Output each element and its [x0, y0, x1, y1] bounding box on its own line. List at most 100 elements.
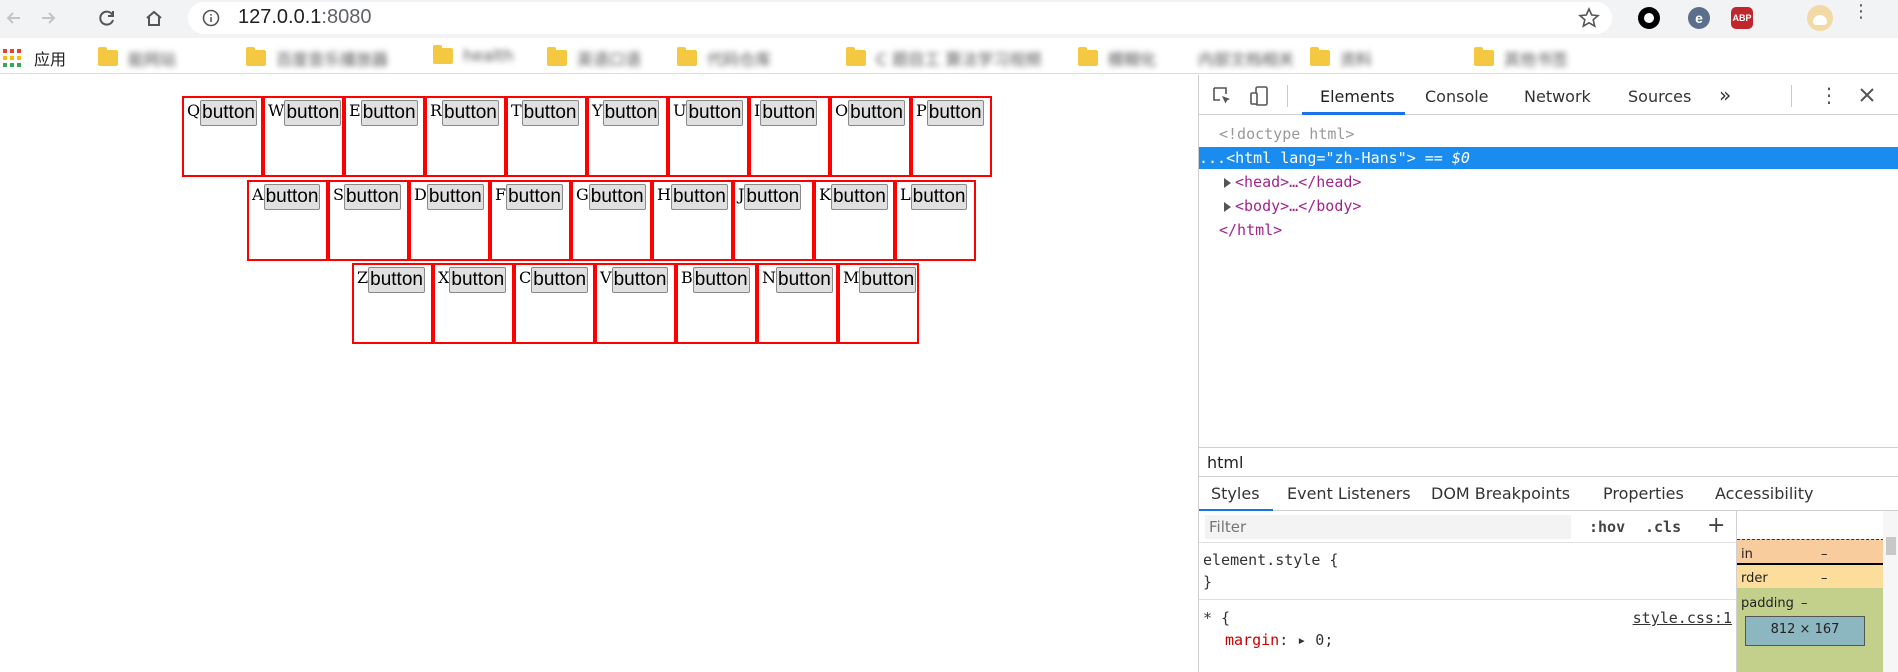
folder-icon: [846, 47, 866, 66]
tab-dom-breakpoints[interactable]: DOM Breakpoints: [1431, 484, 1570, 503]
url-text[interactable]: 127.0.0.1:8080: [238, 6, 371, 29]
key-button-d[interactable]: button: [426, 184, 484, 210]
key-button-r[interactable]: button: [442, 100, 499, 126]
tab-console[interactable]: Console: [1425, 87, 1489, 106]
key-button-w[interactable]: button: [284, 100, 342, 126]
bookmark-folder[interactable]: C 题目工 算法学习视频: [846, 46, 1041, 70]
styles-filter-input[interactable]: [1205, 515, 1571, 539]
key-letter: B: [681, 268, 693, 287]
circle-extension-icon[interactable]: [1638, 7, 1660, 29]
e-extension-icon[interactable]: e: [1688, 7, 1710, 29]
more-tabs-icon[interactable]: »: [1719, 83, 1731, 107]
close-icon[interactable]: [1859, 87, 1875, 103]
key-letter: Q: [187, 101, 201, 120]
bookmark-folder[interactable]: 其他书签: [1474, 46, 1568, 70]
bookmark-folder[interactable]: 内部文档相关: [1198, 46, 1294, 70]
key-button-v[interactable]: button: [611, 267, 669, 293]
dom-body-node[interactable]: <body>…</body>: [1199, 195, 1898, 217]
key-button-a[interactable]: button: [263, 184, 321, 210]
content-box: 812 × 167: [1745, 616, 1865, 646]
key-button-t[interactable]: button: [521, 100, 579, 126]
expand-triangle-icon[interactable]: [1224, 177, 1231, 188]
stylesheet-link[interactable]: style.css:1: [1633, 609, 1732, 627]
key-button-h[interactable]: button: [670, 184, 728, 210]
star-rule-selector[interactable]: * {: [1203, 609, 1230, 627]
back-button[interactable]: [0, 4, 28, 32]
bookmark-folder[interactable]: 模糊化: [1078, 46, 1156, 70]
folder-icon: [1310, 47, 1330, 66]
tab-event-listeners[interactable]: Event Listeners: [1287, 484, 1411, 503]
bookmark-folder[interactable]: 百度音乐播放器: [246, 46, 388, 70]
margin-declaration[interactable]: margin: ▸ 0;: [1225, 631, 1333, 649]
dom-doctype[interactable]: <!doctype html>: [1199, 123, 1898, 145]
key-button-p[interactable]: button: [926, 100, 984, 126]
reload-button[interactable]: [93, 4, 121, 32]
key-button-g[interactable]: button: [588, 184, 646, 210]
cls-toggle[interactable]: .cls: [1645, 518, 1681, 536]
dom-selected-marker: == $0: [1424, 149, 1470, 167]
key-button-o[interactable]: button: [848, 100, 905, 126]
info-icon[interactable]: [202, 9, 220, 27]
key-button-f[interactable]: button: [506, 184, 563, 210]
styles-pane: :hov .cls + element.style { } * { style.…: [1199, 511, 1736, 672]
breadcrumb-html[interactable]: html: [1207, 453, 1243, 472]
border-value: –: [1821, 571, 1828, 586]
key-button-l[interactable]: button: [910, 184, 968, 210]
key-letter: N: [762, 268, 776, 287]
tab-network[interactable]: Network: [1524, 87, 1591, 106]
key-letter: T: [511, 101, 522, 120]
tab-sources[interactable]: Sources: [1628, 87, 1691, 106]
dom-head-node[interactable]: <head>…</head>: [1199, 171, 1898, 193]
key-button-e[interactable]: button: [360, 100, 418, 126]
key-cell-n: Nbutton: [757, 263, 838, 344]
bookmark-folder[interactable]: health: [433, 44, 514, 65]
bookmark-folder[interactable]: 能网站: [98, 46, 176, 70]
bookmark-star-icon[interactable]: [1578, 7, 1600, 29]
browser-toolbar: 127.0.0.1:8080 e ABP ⋮: [0, 0, 1898, 38]
forward-button[interactable]: [34, 4, 62, 32]
abp-icon[interactable]: ABP: [1731, 7, 1753, 29]
key-button-c[interactable]: button: [531, 267, 589, 293]
box-model-scrollbar[interactable]: [1883, 511, 1898, 672]
tab-accessibility[interactable]: Accessibility: [1715, 484, 1813, 503]
key-button-x[interactable]: button: [449, 267, 507, 293]
key-button-q[interactable]: button: [200, 100, 257, 126]
dom-html-close[interactable]: </html>: [1199, 219, 1898, 241]
menu-kebab-icon[interactable]: ⋮: [1852, 3, 1870, 21]
address-bar[interactable]: 127.0.0.1:8080: [188, 2, 1612, 34]
key-cell-u: Ubutton: [668, 96, 749, 177]
device-toolbar-icon[interactable]: [1249, 85, 1271, 107]
home-button[interactable]: [140, 4, 168, 32]
devtools-menu-icon[interactable]: ⋮: [1819, 83, 1839, 107]
tab-properties[interactable]: Properties: [1603, 484, 1684, 503]
key-button-i[interactable]: button: [760, 100, 818, 126]
key-button-k[interactable]: button: [830, 184, 888, 210]
key-button-u[interactable]: button: [686, 100, 744, 126]
hov-toggle[interactable]: :hov: [1589, 518, 1625, 536]
bookmark-folder[interactable]: 资料: [1310, 46, 1372, 70]
key-button-b[interactable]: button: [692, 267, 750, 293]
bookmark-folder[interactable]: 代码仓库: [677, 46, 771, 70]
folder-icon: [1474, 47, 1494, 66]
apps-shortcut[interactable]: 应用: [2, 46, 66, 70]
profile-avatar[interactable]: [1807, 5, 1833, 31]
filter-row: :hov .cls +: [1199, 511, 1736, 543]
new-rule-button[interactable]: +: [1707, 513, 1725, 538]
key-button-j[interactable]: button: [744, 184, 802, 210]
bookmark-folder[interactable]: 英语口语: [547, 46, 641, 70]
key-letter: K: [819, 185, 831, 204]
key-button-m[interactable]: button: [859, 267, 917, 293]
tab-elements[interactable]: Elements: [1320, 87, 1395, 106]
key-button-y[interactable]: button: [602, 100, 660, 126]
key-button-z[interactable]: button: [368, 267, 425, 293]
expand-triangle-icon[interactable]: [1224, 201, 1231, 212]
key-cell-g: Gbutton: [571, 180, 652, 261]
scrollbar-thumb[interactable]: [1886, 537, 1896, 555]
dom-html-node[interactable]: ...<html lang="zh-Hans"> == $0: [1199, 147, 1898, 169]
key-cell-o: Obutton: [830, 96, 911, 177]
key-button-n[interactable]: button: [776, 267, 833, 293]
key-button-s[interactable]: button: [343, 184, 401, 210]
inspect-element-icon[interactable]: [1211, 85, 1233, 107]
element-style-open[interactable]: element.style {: [1203, 551, 1338, 569]
tab-styles[interactable]: Styles: [1211, 484, 1260, 503]
